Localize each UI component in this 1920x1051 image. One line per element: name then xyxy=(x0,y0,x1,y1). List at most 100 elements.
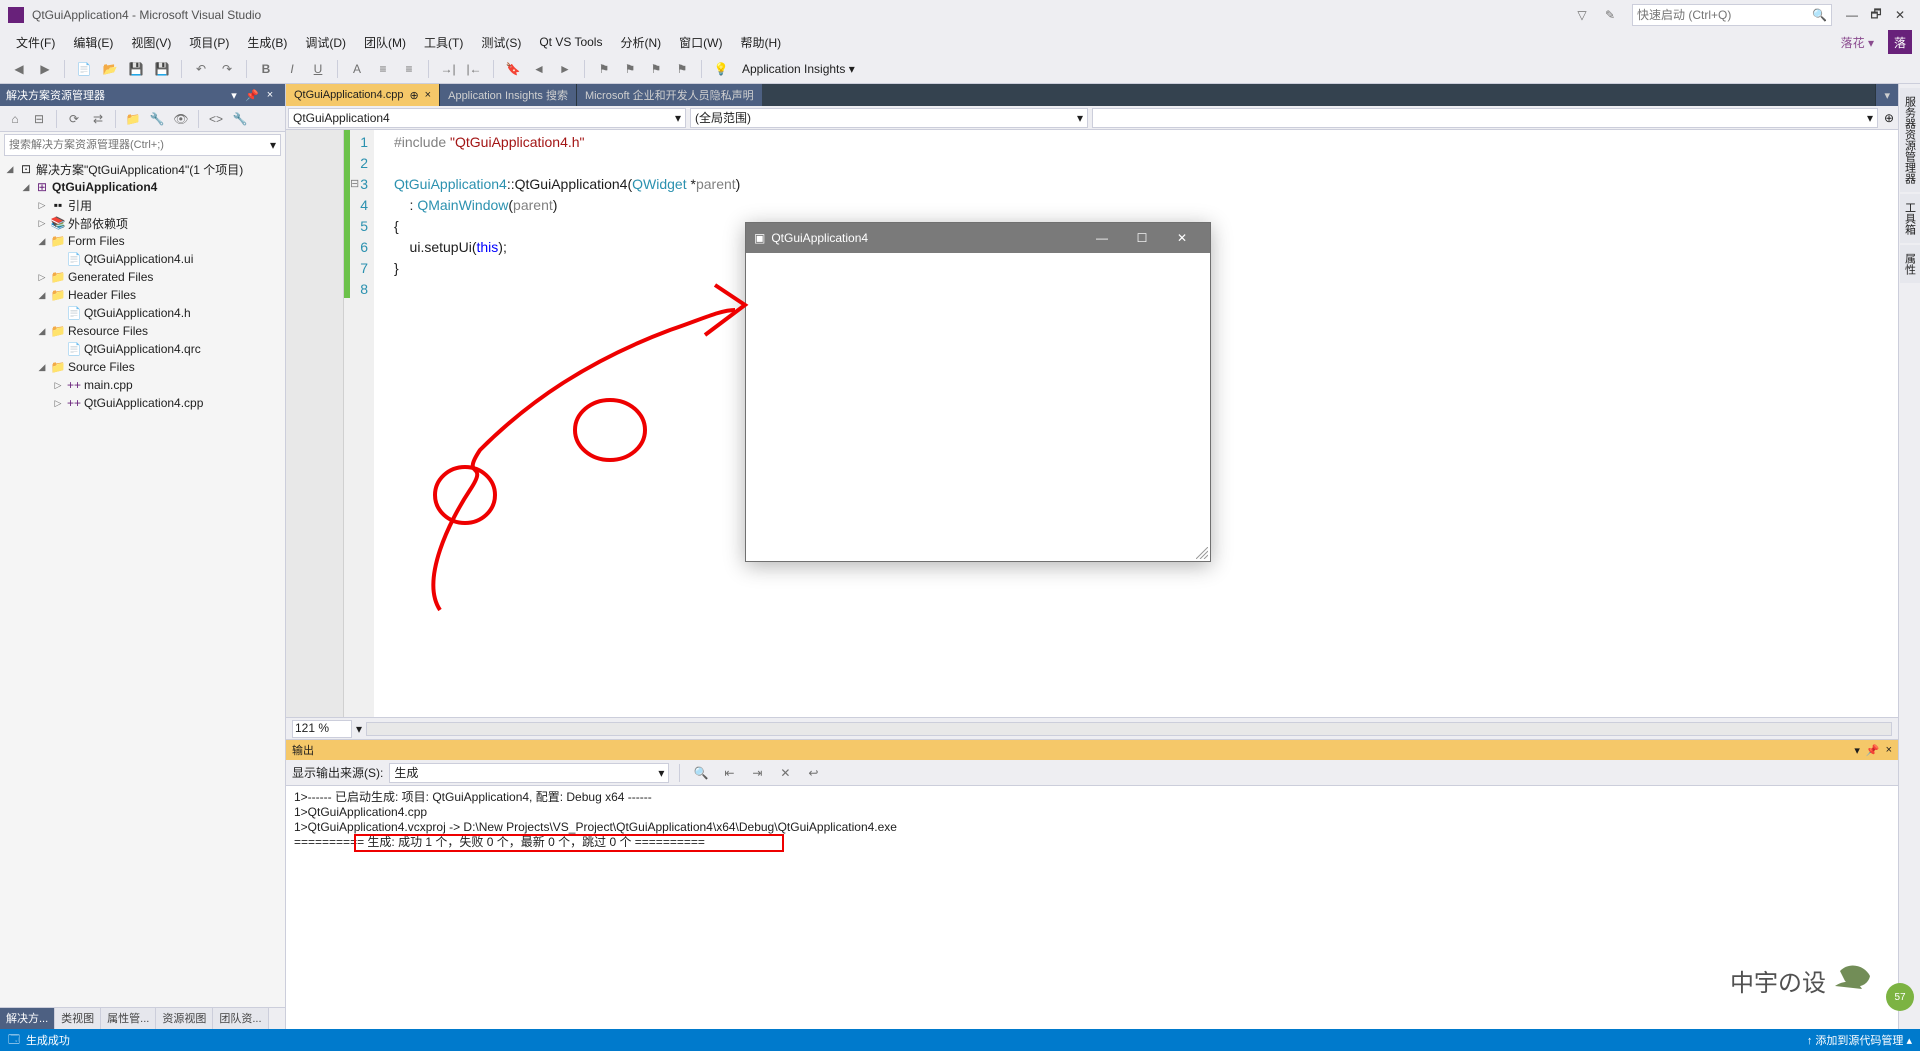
menu-edit[interactable]: 编辑(E) xyxy=(65,32,121,53)
explorer-search-input[interactable] xyxy=(9,139,270,151)
flag-black-icon[interactable]: ⚑ xyxy=(593,58,615,80)
h-scrollbar[interactable] xyxy=(366,722,1892,736)
refresh-icon[interactable]: ⟳ xyxy=(63,108,85,130)
menu-file[interactable]: 文件(F) xyxy=(8,32,63,53)
home-icon[interactable]: ⌂ xyxy=(4,108,26,130)
menu-qt[interactable]: Qt VS Tools xyxy=(531,33,610,51)
menu-analyze[interactable]: 分析(N) xyxy=(612,32,669,53)
tab-class-view[interactable]: 类视图 xyxy=(55,1008,101,1029)
insights-dropdown[interactable]: Application Insights ▾ xyxy=(736,58,861,80)
menu-window[interactable]: 窗口(W) xyxy=(671,32,730,53)
tree-main-cpp[interactable]: ▷++main.cpp xyxy=(0,376,285,394)
quick-launch-input[interactable] xyxy=(1637,8,1812,22)
nav-member-combo[interactable]: (全局范围)▾ xyxy=(690,108,1088,128)
font-color-button[interactable]: A xyxy=(346,58,368,80)
nav-back-button[interactable]: ◀ xyxy=(8,58,30,80)
bold-button[interactable]: B xyxy=(255,58,277,80)
flag-clear-icon[interactable]: ⚑ xyxy=(671,58,693,80)
restore-button[interactable]: 🗗 xyxy=(1864,3,1888,27)
split-icon[interactable]: ⊕ xyxy=(1880,111,1898,125)
search-clear-icon[interactable]: ▾ xyxy=(270,138,276,152)
insights-bulb-icon[interactable]: 💡 xyxy=(710,58,732,80)
tab-insights-search[interactable]: Application Insights 搜索 xyxy=(439,84,576,106)
tab-close-icon[interactable]: × xyxy=(425,89,431,101)
menu-help[interactable]: 帮助(H) xyxy=(732,32,789,53)
tree-external[interactable]: ▷📚外部依赖项 xyxy=(0,214,285,232)
output-wrap-icon[interactable]: ↩ xyxy=(802,762,824,784)
output-prev-icon[interactable]: ⇤ xyxy=(718,762,740,784)
save-button[interactable]: 💾 xyxy=(125,58,147,80)
panel-close-icon[interactable]: × xyxy=(261,86,279,104)
menu-debug[interactable]: 调试(D) xyxy=(297,32,354,53)
tab-toolbox[interactable]: 工具箱 xyxy=(1900,194,1920,243)
collapse-icon[interactable]: ⊟ xyxy=(350,174,359,195)
indent-button[interactable]: →| xyxy=(437,58,459,80)
new-project-button[interactable]: 📄 xyxy=(73,58,95,80)
qt-minimize-button[interactable]: ― xyxy=(1082,223,1122,253)
panel-dropdown-icon[interactable]: ▾ xyxy=(225,86,243,104)
tree-solution-root[interactable]: ◢⊡解决方案"QtGuiApplication4"(1 个项目) xyxy=(0,160,285,178)
qt-titlebar[interactable]: ▣ QtGuiApplication4 ― ☐ ✕ xyxy=(746,223,1210,253)
tab-overflow-icon[interactable]: ▾ xyxy=(1875,84,1898,106)
minimize-button[interactable]: ― xyxy=(1840,3,1864,27)
qt-maximize-button[interactable]: ☐ xyxy=(1122,223,1162,253)
qt-close-button[interactable]: ✕ xyxy=(1162,223,1202,253)
menu-build[interactable]: 生成(B) xyxy=(239,32,295,53)
output-source-combo[interactable]: 生成▾ xyxy=(389,763,669,783)
tab-property-mgr[interactable]: 属性管... xyxy=(101,1008,156,1029)
tab-solution[interactable]: 解决方... xyxy=(0,1008,55,1029)
badge-count[interactable]: 57 xyxy=(1886,983,1914,1011)
bookmark-prev-button[interactable]: ◄ xyxy=(528,58,550,80)
tree-app-cpp[interactable]: ▷++QtGuiApplication4.cpp xyxy=(0,394,285,412)
tree-generated[interactable]: ▷📁Generated Files xyxy=(0,268,285,286)
underline-button[interactable]: U xyxy=(307,58,329,80)
nav-fwd-button[interactable]: ▶ xyxy=(34,58,56,80)
tab-pin-icon[interactable]: ⊕ xyxy=(409,89,418,102)
explorer-search[interactable]: ▾ xyxy=(4,134,281,156)
tree-project[interactable]: ◢⊞QtGuiApplication4 xyxy=(0,178,285,196)
tab-active-file[interactable]: QtGuiApplication4.cpp ⊕ × xyxy=(286,84,439,106)
tree-h-file[interactable]: 📄QtGuiApplication4.h xyxy=(0,304,285,322)
tab-team[interactable]: 团队资... xyxy=(213,1008,268,1029)
italic-button[interactable]: I xyxy=(281,58,303,80)
nav-scope-combo[interactable]: QtGuiApplication4▾ xyxy=(288,108,686,128)
collapse-icon[interactable]: ⊟ xyxy=(28,108,50,130)
menu-test[interactable]: 测试(S) xyxy=(473,32,529,53)
nav-right-combo[interactable]: ▾ xyxy=(1092,108,1878,128)
open-button[interactable]: 📂 xyxy=(99,58,121,80)
bookmark-button[interactable]: 🔖 xyxy=(502,58,524,80)
panel-pin-icon[interactable]: 📌 xyxy=(243,86,261,104)
tree-form-files[interactable]: ◢📁Form Files xyxy=(0,232,285,250)
tab-privacy[interactable]: Microsoft 企业和开发人员隐私声明 xyxy=(576,84,762,106)
view-code-icon[interactable]: <> xyxy=(205,108,227,130)
output-text[interactable]: 1>------ 已启动生成: 项目: QtGuiApplication4, 配… xyxy=(286,786,1898,1029)
tree-resources[interactable]: ◢📁Resource Files xyxy=(0,322,285,340)
solution-tree[interactable]: ◢⊡解决方案"QtGuiApplication4"(1 个项目) ◢⊞QtGui… xyxy=(0,158,285,1007)
output-find-icon[interactable]: 🔍 xyxy=(690,762,712,784)
menu-project[interactable]: 项目(P) xyxy=(181,32,237,53)
flag-x-icon[interactable]: ⚑ xyxy=(645,58,667,80)
flag-icon[interactable]: ▽ xyxy=(1570,3,1594,27)
preview-icon[interactable]: 👁 xyxy=(170,108,192,130)
output-clear-icon[interactable]: ✕ xyxy=(774,762,796,784)
user-avatar[interactable]: 落 xyxy=(1888,30,1912,54)
tab-resource-view[interactable]: 资源视图 xyxy=(156,1008,213,1029)
qt-app-window[interactable]: ▣ QtGuiApplication4 ― ☐ ✕ xyxy=(745,222,1211,562)
menu-team[interactable]: 团队(M) xyxy=(356,32,414,53)
output-dropdown-icon[interactable]: ▾ xyxy=(1854,744,1860,757)
menu-tools[interactable]: 工具(T) xyxy=(416,32,471,53)
tree-headers[interactable]: ◢📁Header Files xyxy=(0,286,285,304)
redo-button[interactable]: ↷ xyxy=(216,58,238,80)
tree-sources[interactable]: ◢📁Source Files xyxy=(0,358,285,376)
tree-references[interactable]: ▷▪▪引用 xyxy=(0,196,285,214)
show-all-icon[interactable]: 📁 xyxy=(122,108,144,130)
flag-arrow-icon[interactable]: ⚑ xyxy=(619,58,641,80)
close-button[interactable]: ✕ xyxy=(1888,3,1912,27)
save-all-button[interactable]: 💾 xyxy=(151,58,173,80)
tree-qrc-file[interactable]: 📄QtGuiApplication4.qrc xyxy=(0,340,285,358)
wrench-icon[interactable]: 🔧 xyxy=(229,108,251,130)
zoom-dropdown-icon[interactable]: ▾ xyxy=(356,722,362,736)
output-next-icon[interactable]: ⇥ xyxy=(746,762,768,784)
tree-ui-file[interactable]: 📄QtGuiApplication4.ui xyxy=(0,250,285,268)
comment-button[interactable]: ≡ xyxy=(372,58,394,80)
